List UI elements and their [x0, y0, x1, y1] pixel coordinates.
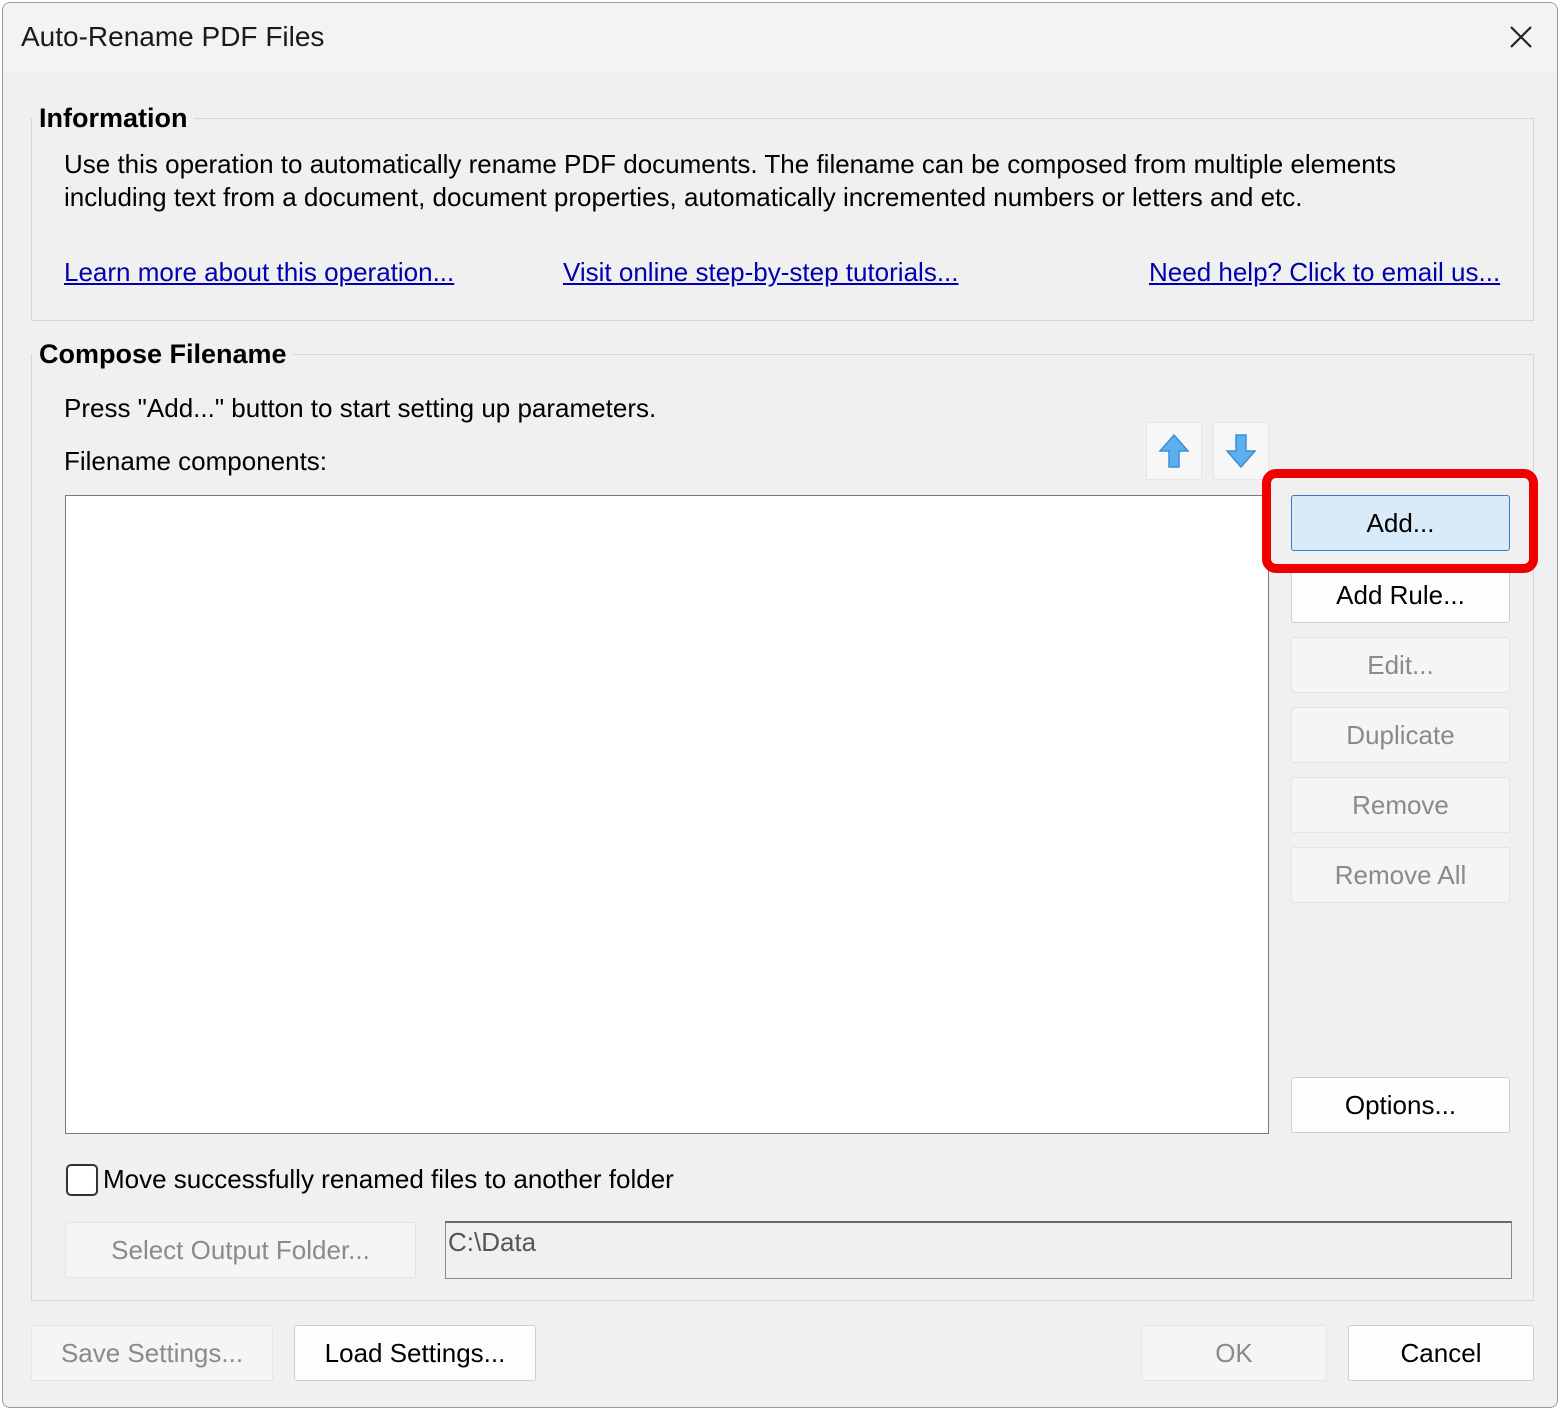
window-title: Auto-Rename PDF Files: [21, 21, 325, 52]
move-up-button[interactable]: [1146, 422, 1202, 480]
title-bar: Auto-Rename PDF Files: [3, 3, 1557, 73]
options-button[interactable]: Options...: [1291, 1077, 1510, 1133]
close-button[interactable]: [1495, 11, 1547, 63]
auto-rename-dialog: Auto-Rename PDF Files Information Use th…: [2, 2, 1558, 1408]
remove-button[interactable]: Remove: [1291, 777, 1510, 833]
compose-instruction: Press "Add..." button to start setting u…: [64, 393, 657, 423]
remove-all-button[interactable]: Remove All: [1291, 847, 1510, 903]
add-rule-button[interactable]: Add Rule...: [1291, 567, 1510, 623]
output-folder-field[interactable]: C:\Data: [445, 1221, 1512, 1279]
learn-more-link[interactable]: Learn more about this operation...: [64, 257, 454, 288]
edit-button[interactable]: Edit...: [1291, 637, 1510, 693]
compose-filename-heading: Compose Filename: [33, 339, 293, 370]
filename-components-label: Filename components:: [64, 446, 328, 476]
cancel-button[interactable]: Cancel: [1348, 1325, 1534, 1381]
information-text-line1: Use this operation to automatically rena…: [64, 149, 1396, 179]
arrow-down-icon: [1225, 434, 1257, 469]
arrow-up-icon: [1158, 433, 1190, 468]
load-settings-button[interactable]: Load Settings...: [294, 1325, 536, 1381]
select-output-folder-button[interactable]: Select Output Folder...: [65, 1222, 416, 1278]
ok-button[interactable]: OK: [1141, 1325, 1327, 1381]
move-files-label[interactable]: Move successfully renamed files to anoth…: [103, 1164, 674, 1195]
save-settings-button[interactable]: Save Settings...: [31, 1325, 273, 1381]
move-files-checkbox[interactable]: [66, 1164, 98, 1196]
close-icon: [1510, 26, 1532, 48]
email-help-link[interactable]: Need help? Click to email us...: [1149, 257, 1500, 288]
move-down-button[interactable]: [1213, 422, 1269, 480]
tutorials-link[interactable]: Visit online step-by-step tutorials...: [563, 257, 958, 288]
filename-components-list[interactable]: [65, 495, 1269, 1134]
add-button[interactable]: Add...: [1291, 495, 1510, 551]
information-text-line2: including text from a document, document…: [64, 182, 1303, 212]
duplicate-button[interactable]: Duplicate: [1291, 707, 1510, 763]
information-heading: Information: [33, 103, 194, 134]
